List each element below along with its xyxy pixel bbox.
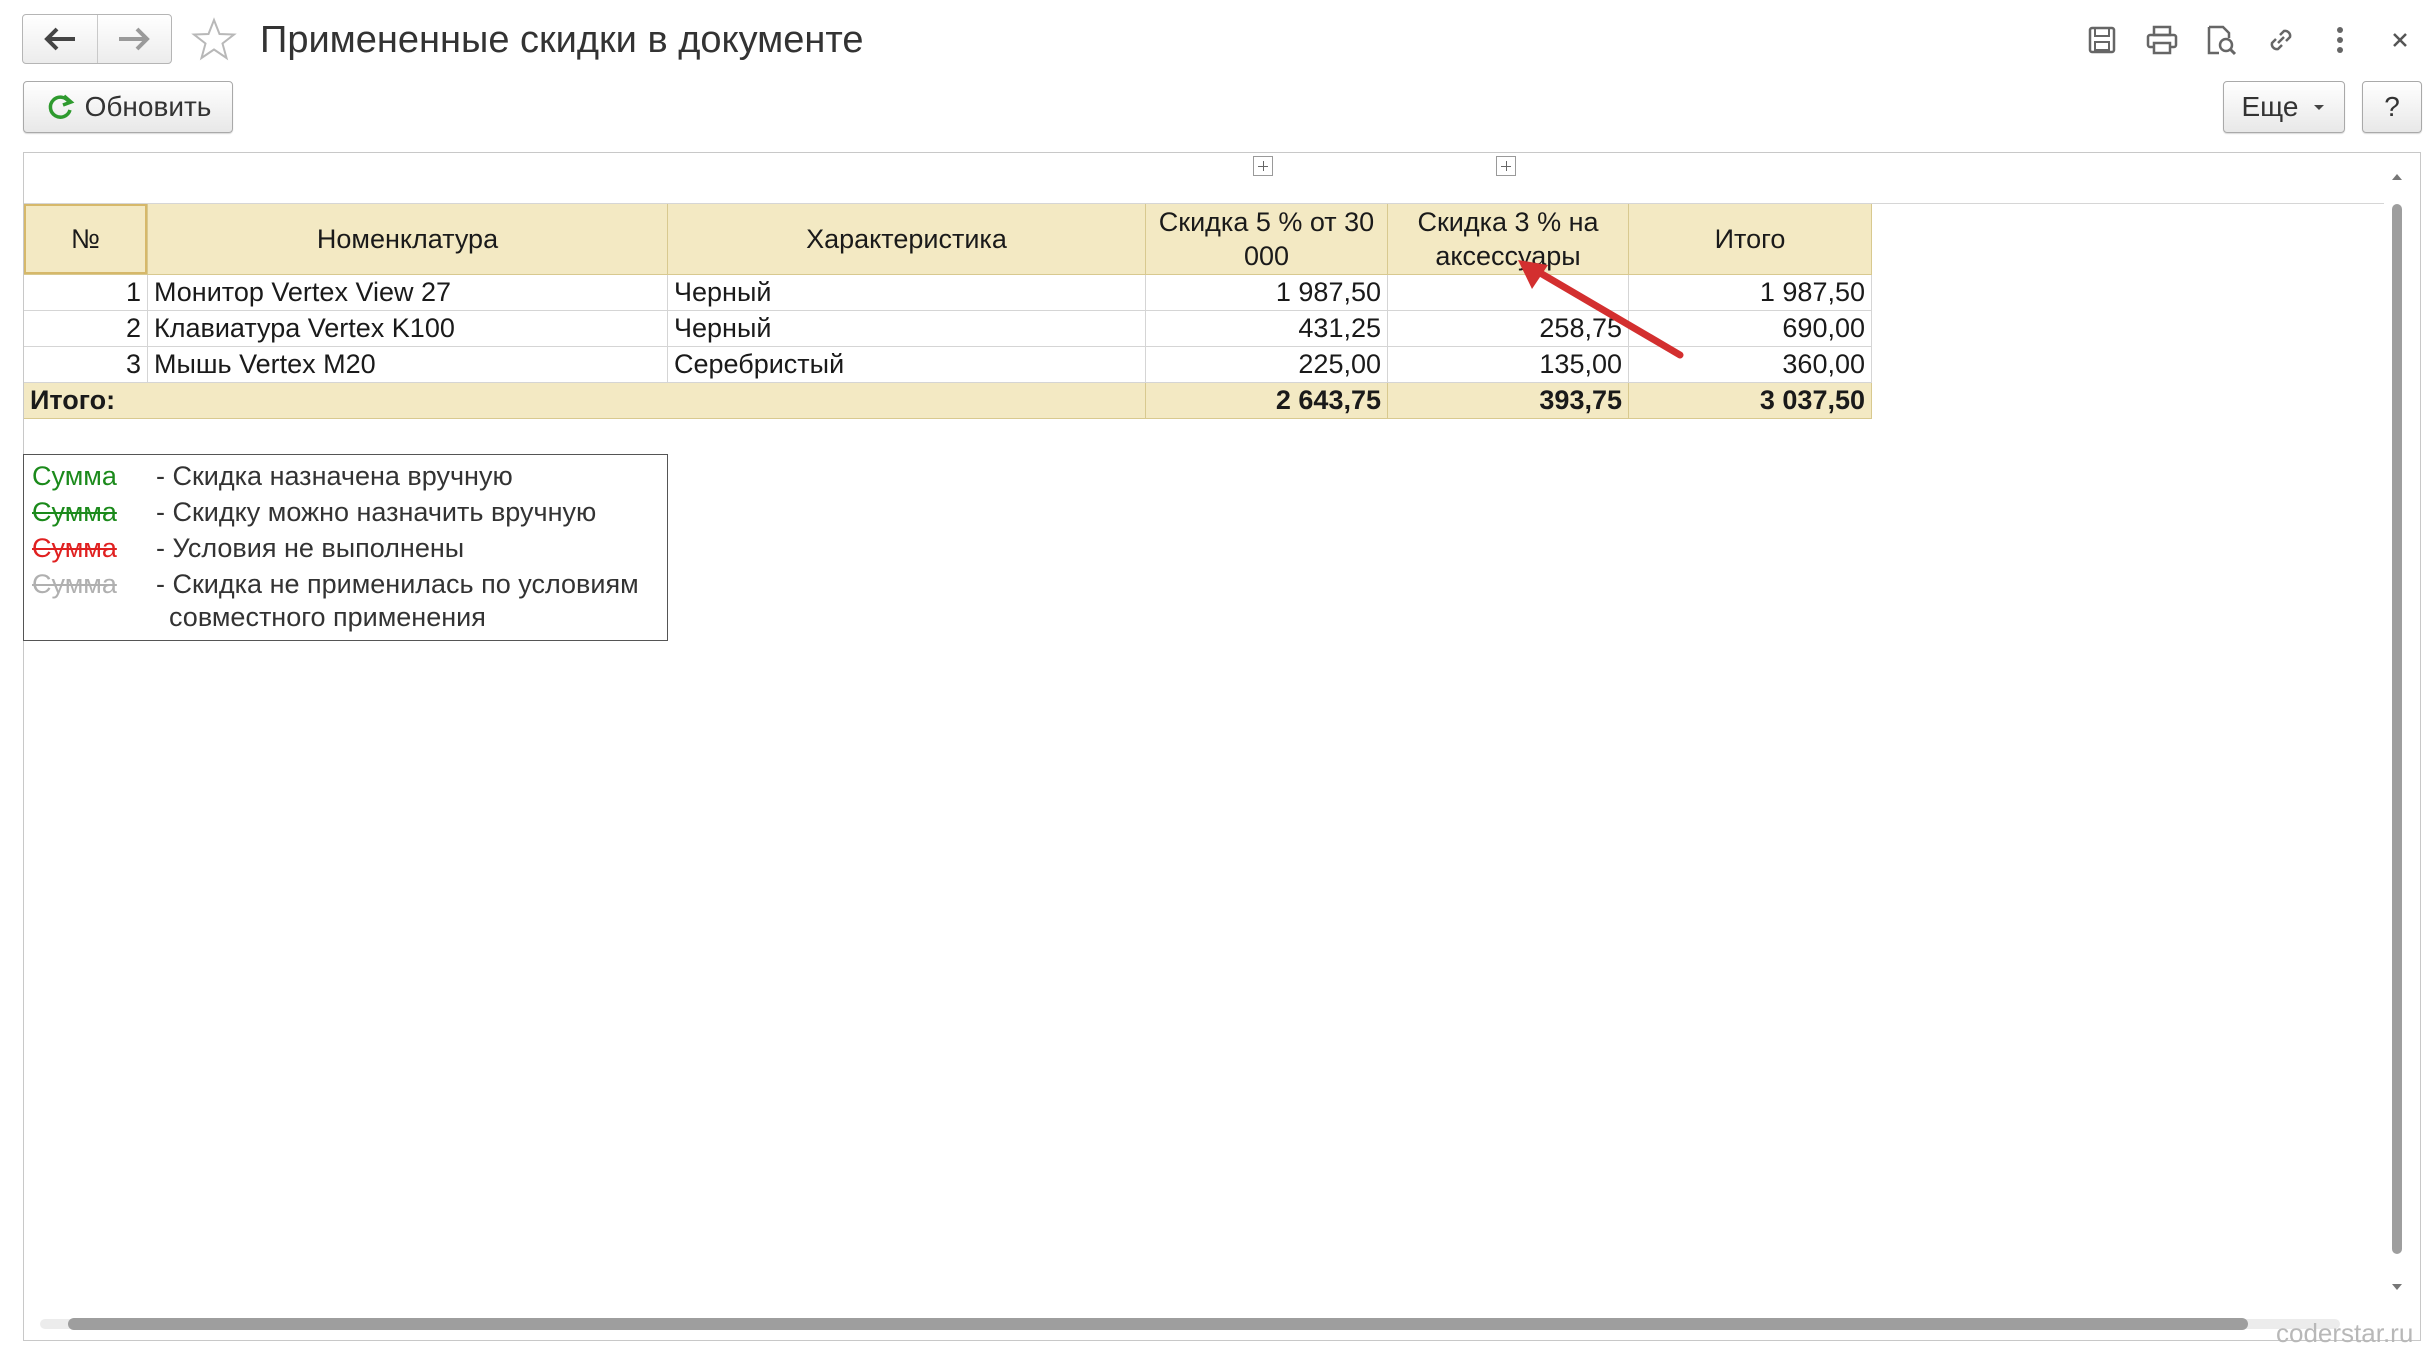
legend-sample: Сумма (32, 569, 117, 599)
legend-item: Сумма - Условия не выполнены (32, 531, 464, 565)
help-button[interactable]: ? (2362, 81, 2422, 133)
more-button[interactable]: Еще (2223, 81, 2345, 133)
cell-discount-1: 1 987,50 (1146, 275, 1388, 311)
legend-item: Сумма - Скидка назначена вручную (32, 459, 513, 493)
cell-item: Мышь Vertex M20 (148, 347, 668, 383)
header-item: Номенклатура (148, 204, 668, 275)
legend-desc: - Скидка назначена вручную (156, 461, 513, 491)
preview-button[interactable] (2203, 22, 2239, 58)
print-icon (2146, 25, 2178, 55)
scroll-up-icon[interactable] (2390, 170, 2404, 184)
cell-no: 1 (24, 275, 148, 311)
cell-discount-1: 431,25 (1146, 311, 1388, 347)
legend-item: Сумма - Скидку можно назначить вручную (32, 495, 596, 529)
more-label: Еще (2241, 91, 2299, 122)
legend-sample: Сумма (32, 497, 117, 527)
cell-characteristic: Серебристый (668, 347, 1146, 383)
arrow-right-icon (119, 27, 151, 51)
refresh-icon (48, 94, 74, 119)
header-discount-1: Скидка 5 % от 30 000 (1146, 204, 1388, 275)
arrow-left-icon (43, 27, 75, 51)
link-icon (2270, 29, 2292, 51)
star-icon[interactable] (190, 16, 238, 64)
link-button[interactable] (2263, 22, 2299, 58)
navigation-buttons (22, 14, 172, 64)
save-button[interactable] (2084, 22, 2120, 58)
cell-item: Монитор Vertex View 27 (148, 275, 668, 311)
window-title: Примененные скидки в документе (260, 19, 864, 61)
close-icon (2393, 33, 2407, 47)
legend-desc: - Условия не выполнены (156, 533, 465, 563)
totals-discount-1: 2 643,75 (1146, 383, 1388, 419)
chevron-down-icon (2314, 105, 2325, 110)
preview-icon (2207, 25, 2237, 56)
group-expand-icon[interactable] (1253, 156, 1273, 176)
legend-box: Сумма - Скидка назначена вручную Сумма - С… (23, 454, 668, 641)
legend-desc-continuation: совместного применения (169, 602, 486, 632)
group-expand-icon[interactable] (1496, 156, 1516, 176)
save-icon (2088, 26, 2116, 54)
cell-no: 3 (24, 347, 148, 383)
more-vert-icon (2337, 27, 2343, 53)
legend-desc: - Скидку можно назначить вручную (156, 497, 597, 527)
print-button[interactable] (2144, 22, 2180, 58)
cell-item: Клавиатура Vertex K100 (148, 311, 668, 347)
more-actions-button[interactable] (2322, 22, 2358, 58)
horizontal-scrollbar[interactable] (68, 1318, 2248, 1330)
header-no: № (24, 204, 148, 275)
legend-sample: Сумма (32, 533, 117, 563)
cell-characteristic: Черный (668, 311, 1146, 347)
watermark: coderstar.ru (2276, 1318, 2414, 1348)
cell-characteristic: Черный (668, 275, 1146, 311)
legend-sample: Сумма (32, 461, 117, 491)
legend-item: Сумма - Скидка не применилась по условиям (32, 567, 639, 601)
forward-button[interactable] (96, 15, 172, 63)
refresh-button[interactable]: Обновить (23, 81, 233, 133)
vertical-scrollbar[interactable] (2392, 204, 2402, 1254)
totals-discount-2: 393,75 (1388, 383, 1629, 419)
annotation-arrow (1518, 260, 1684, 359)
cell-discount-1: 225,00 (1146, 347, 1388, 383)
cell-no: 2 (24, 311, 148, 347)
totals-total: 3 037,50 (1629, 383, 1872, 419)
close-button[interactable] (2382, 22, 2418, 58)
totals-label: Итого: (24, 383, 1146, 419)
header-characteristic: Характеристика (668, 204, 1146, 275)
legend-desc: - Скидка не применилась по условиям (156, 569, 639, 599)
back-button[interactable] (23, 15, 97, 63)
scroll-down-icon[interactable] (2390, 1280, 2404, 1294)
refresh-label: Обновить (84, 91, 212, 122)
